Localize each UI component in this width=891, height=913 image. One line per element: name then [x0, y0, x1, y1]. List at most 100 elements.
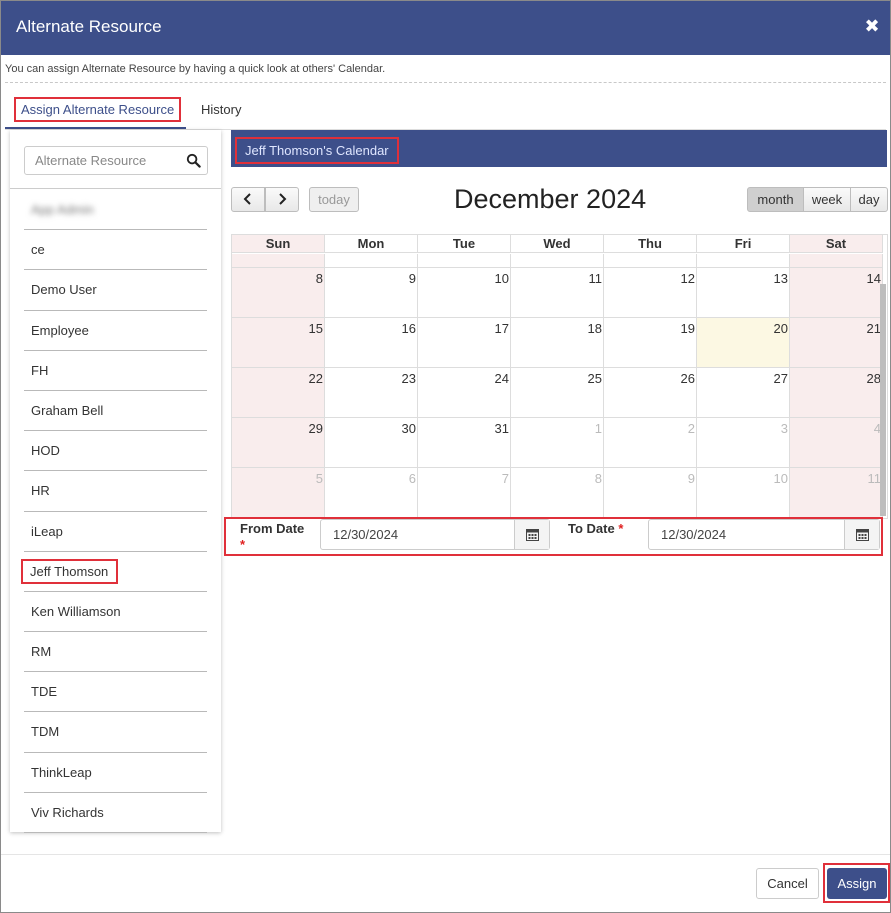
calendar-scrollbar[interactable] [880, 284, 886, 516]
calendar-day-cell[interactable]: 24 [418, 368, 511, 418]
prev-month-button[interactable] [231, 187, 265, 212]
calendar-day-cell[interactable]: 14 [790, 268, 883, 318]
resource-list-item[interactable]: HR [24, 471, 207, 512]
to-date-input[interactable] [649, 520, 844, 549]
calendar-day-cell[interactable]: 15 [232, 318, 325, 368]
day-header: Sat [790, 235, 883, 253]
calendar-day-cell[interactable]: 17 [418, 318, 511, 368]
resource-list-item[interactable]: Jeff Thomson [21, 552, 207, 592]
resource-search-input[interactable] [25, 147, 180, 174]
calendar-day-cell[interactable]: 28 [790, 368, 883, 418]
day-number: 8 [315, 271, 323, 286]
day-header: Thu [604, 235, 697, 253]
resource-list-item[interactable]: iLeap [24, 512, 207, 552]
calendar-day-cell[interactable]: 23 [325, 368, 418, 418]
resource-list-item[interactable]: Graham Bell [24, 391, 207, 432]
calendar-day-cell[interactable]: 8 [511, 468, 604, 518]
calendar-day-cell[interactable]: 7 [418, 468, 511, 518]
month-title: December 2024 [454, 184, 647, 214]
calendar-day-cell[interactable]: 6 [325, 468, 418, 518]
tab-history[interactable]: History [191, 97, 251, 129]
calendar-day-cell[interactable]: 13 [697, 268, 790, 318]
resource-name: App Admin [31, 202, 94, 217]
search-icon[interactable] [186, 153, 201, 168]
resource-list-item[interactable]: Employee [24, 311, 207, 351]
calendar-day-cell[interactable] [325, 254, 418, 268]
view-month-button[interactable]: month [747, 187, 804, 212]
calendar-day-cell[interactable]: 9 [325, 268, 418, 318]
view-day-button[interactable]: day [850, 187, 888, 212]
required-marker: * [240, 537, 246, 552]
calendar-day-cell[interactable]: 11 [790, 468, 883, 518]
resource-list-item[interactable]: App Admin [24, 190, 207, 231]
today-button[interactable]: today [309, 187, 359, 212]
calendar-day-cell[interactable]: 27 [697, 368, 790, 418]
view-week-button[interactable]: week [803, 187, 851, 212]
resource-list-item[interactable]: Demo User [24, 270, 207, 311]
month-grid: Sun Mon Tue Wed Thu Fri Sat 8 9 10 11 12 13 14 15 16 17 1… [231, 234, 888, 519]
calendar-day-cell[interactable]: 20 [697, 318, 790, 368]
from-date-input[interactable] [321, 520, 514, 549]
calendar-day-cell[interactable]: 31 [418, 418, 511, 468]
resource-name: FH [31, 362, 49, 378]
calendar-day-cell[interactable]: 3 [697, 418, 790, 468]
resource-list-item[interactable]: TDE [24, 672, 207, 713]
calendar-day-cell[interactable]: 21 [790, 318, 883, 368]
resource-list-item[interactable]: ThinkLeap [24, 753, 207, 793]
calendar-day-cell[interactable]: 10 [418, 268, 511, 318]
calendar-day-cell[interactable]: 11 [511, 268, 604, 318]
calendar-day-cell[interactable]: 18 [511, 318, 604, 368]
day-number: 22 [308, 371, 323, 386]
calendar-day-cell[interactable] [418, 254, 511, 268]
calendar-day-cell[interactable]: 30 [325, 418, 418, 468]
calendar-day-cell[interactable]: 25 [511, 368, 604, 418]
assign-button[interactable]: Assign [827, 868, 887, 899]
cancel-button[interactable]: Cancel [756, 868, 819, 899]
calendar-day-cell[interactable]: 5 [232, 468, 325, 518]
day-number: 9 [687, 471, 695, 486]
calendar-day-cell[interactable] [697, 254, 790, 268]
day-number: 19 [680, 321, 695, 336]
calendar-day-cell[interactable] [511, 254, 604, 268]
resource-name: Jeff Thomson [21, 558, 119, 584]
calendar-day-cell[interactable]: 12 [604, 268, 697, 318]
day-number: 23 [401, 371, 416, 386]
close-icon[interactable]: ✖ [864, 17, 880, 35]
calendar-day-cell[interactable]: 1 [511, 418, 604, 468]
resource-list-item[interactable]: HOD [24, 431, 207, 472]
calendar-day-cell[interactable] [604, 254, 697, 268]
day-number: 25 [587, 371, 602, 386]
calendar-day-cell[interactable]: 29 [232, 418, 325, 468]
info-text: You can assign Alternate Resource by hav… [5, 63, 386, 75]
resource-list-item[interactable]: FH [24, 351, 207, 391]
resource-list-item[interactable]: Viv Richards [24, 793, 207, 833]
tab-assign-alternate-resource[interactable]: Assign Alternate Resource [5, 97, 186, 129]
date-range-section: From Date * To Date * [224, 517, 883, 556]
calendar-day-cell[interactable]: 9 [604, 468, 697, 518]
resource-list-item[interactable]: ce [24, 230, 207, 271]
day-number: 17 [494, 321, 509, 336]
from-date-picker-button[interactable] [514, 520, 549, 549]
calendar-day-cell[interactable] [790, 254, 883, 268]
calendar-day-cell[interactable] [232, 254, 325, 268]
tab-label: Assign Alternate Resource [14, 97, 182, 122]
calendar-owner-title: Jeff Thomson's Calendar [235, 137, 399, 164]
resource-list-item[interactable]: TDM [24, 712, 207, 753]
calendar-day-cell[interactable]: 8 [232, 268, 325, 318]
day-number: 21 [866, 321, 881, 336]
resource-name: Ken Williamson [31, 603, 121, 619]
calendar-day-cell[interactable]: 4 [790, 418, 883, 468]
calendar-day-cell[interactable]: 16 [325, 318, 418, 368]
resource-list-item[interactable]: Ken Williamson [24, 592, 207, 633]
day-number: 10 [494, 271, 509, 286]
calendar-day-cell[interactable]: 2 [604, 418, 697, 468]
calendar-day-cell[interactable]: 22 [232, 368, 325, 418]
day-number: 20 [773, 321, 788, 336]
to-date-picker-button[interactable] [844, 520, 879, 549]
calendar-day-cell[interactable]: 10 [697, 468, 790, 518]
resource-list-item[interactable]: RM [24, 632, 207, 673]
next-month-button[interactable] [265, 187, 299, 212]
calendar-day-cell[interactable]: 26 [604, 368, 697, 418]
calendar-day-cell[interactable]: 19 [604, 318, 697, 368]
resource-name: iLeap [31, 523, 63, 539]
